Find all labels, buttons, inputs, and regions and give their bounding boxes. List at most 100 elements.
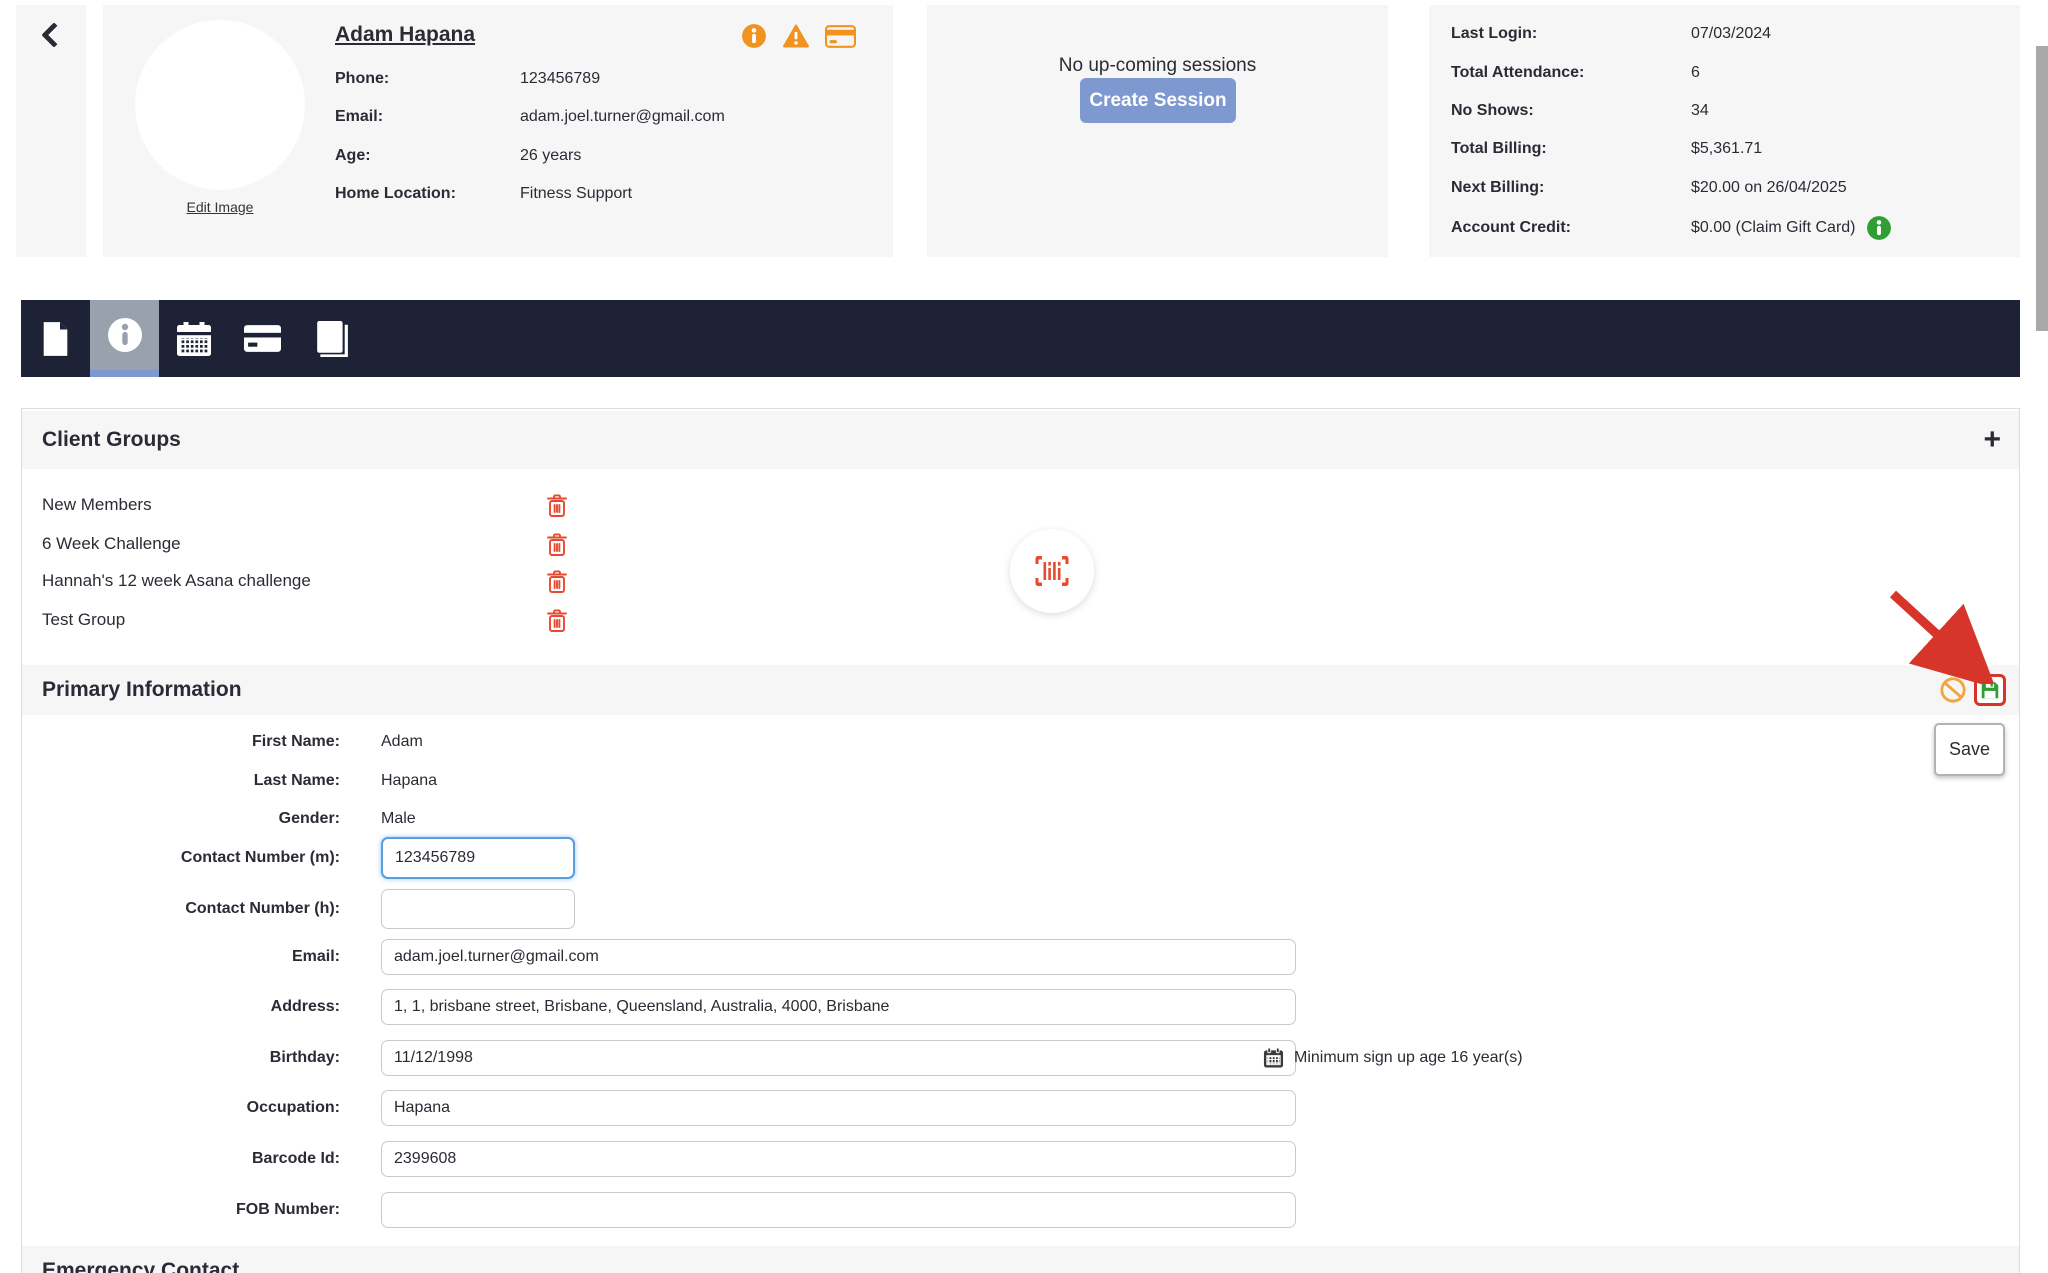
tab-documents[interactable] bbox=[21, 300, 90, 377]
save-tooltip-label: Save bbox=[1949, 739, 1990, 760]
barcode-id-input[interactable] bbox=[381, 1141, 1296, 1177]
field-value: 26 years bbox=[520, 147, 581, 165]
client-info-panel: Client Groups + New Members 6 Week Chall… bbox=[21, 408, 2020, 1273]
form-label: Address: bbox=[22, 998, 340, 1016]
stat-row: Total Billing: $5,361.71 bbox=[1451, 136, 1762, 162]
stat-label: Total Billing: bbox=[1451, 140, 1691, 158]
form-row-occupation: Occupation: bbox=[22, 1090, 2019, 1126]
stat-label: Next Billing: bbox=[1451, 179, 1691, 197]
client-groups-header: Client Groups + bbox=[22, 411, 2019, 469]
address-input[interactable] bbox=[381, 989, 1296, 1025]
profile-field-row: Age: 26 years bbox=[335, 143, 581, 169]
stat-value: 34 bbox=[1691, 102, 1709, 120]
tab-calendar[interactable] bbox=[159, 300, 228, 377]
form-label: Contact Number (m): bbox=[22, 849, 340, 867]
save-icon bbox=[1979, 679, 2001, 701]
stat-value: 6 bbox=[1691, 64, 1700, 82]
field-value: Fitness Support bbox=[520, 185, 632, 203]
form-value: Hapana bbox=[381, 772, 437, 790]
calendar-icon bbox=[177, 322, 211, 356]
form-label: Barcode Id: bbox=[22, 1150, 340, 1168]
stat-row: Account Credit: $0.00 (Claim Gift Card) bbox=[1451, 215, 1892, 241]
avatar bbox=[135, 20, 305, 190]
stat-row: Next Billing: $20.00 on 26/04/2025 bbox=[1451, 175, 1847, 201]
group-name: Test Group bbox=[42, 610, 125, 630]
contact-number-m-input[interactable] bbox=[381, 837, 575, 879]
warning-icon[interactable] bbox=[782, 24, 810, 49]
trash-icon[interactable] bbox=[545, 493, 569, 519]
back-card bbox=[16, 5, 86, 257]
birthday-note: Minimum sign up age 16 year(s) bbox=[1294, 1049, 1523, 1067]
trash-icon[interactable] bbox=[545, 569, 569, 595]
field-value: 123456789 bbox=[520, 70, 600, 88]
create-session-button[interactable]: Create Session bbox=[1080, 78, 1236, 123]
primary-information-title: Primary Information bbox=[42, 678, 242, 702]
form-row-barcode-id: Barcode Id: bbox=[22, 1141, 2019, 1177]
stat-row: Total Attendance: 6 bbox=[1451, 60, 1700, 86]
form-row-birthday: Birthday: Minimum sign up age 16 year(s) bbox=[22, 1040, 2019, 1076]
primary-information-header: Primary Information bbox=[22, 665, 2019, 715]
form-row-last-name: Last Name: Hapana bbox=[22, 768, 2019, 794]
save-icon-highlight[interactable] bbox=[1974, 674, 2006, 706]
form-label: First Name: bbox=[22, 733, 340, 751]
group-row: New Members bbox=[42, 491, 152, 519]
form-row-contact-mobile: Contact Number (m): bbox=[22, 836, 2019, 880]
account-credit-value[interactable]: $0.00 (Claim Gift Card) bbox=[1691, 219, 1856, 237]
form-row-fob-number: FOB Number: bbox=[22, 1192, 2019, 1228]
tab-notes[interactable] bbox=[297, 300, 366, 377]
profile-card: Edit Image Adam Hapana Phone: 123456789 … bbox=[103, 5, 893, 257]
field-label: Email: bbox=[335, 108, 520, 126]
email-input[interactable] bbox=[381, 939, 1296, 975]
profile-field-row: Email: adam.joel.turner@gmail.com bbox=[335, 104, 725, 130]
field-value: adam.joel.turner@gmail.com bbox=[520, 108, 725, 126]
credit-card-icon bbox=[244, 325, 281, 352]
form-value: Adam bbox=[381, 733, 423, 751]
no-entry-icon[interactable] bbox=[1940, 677, 1966, 703]
form-label: FOB Number: bbox=[22, 1201, 340, 1219]
stat-label: Account Credit: bbox=[1451, 219, 1691, 237]
calendar-icon[interactable] bbox=[1263, 1048, 1284, 1069]
group-name: 6 Week Challenge bbox=[42, 534, 181, 554]
info-icon-green[interactable] bbox=[1866, 215, 1892, 241]
credit-card-icon[interactable] bbox=[825, 25, 856, 48]
stat-label: Last Login: bbox=[1451, 25, 1691, 43]
stat-value: $20.00 on 26/04/2025 bbox=[1691, 179, 1847, 197]
form-row-address: Address: bbox=[22, 989, 2019, 1025]
stat-value: $5,361.71 bbox=[1691, 140, 1762, 158]
field-label: Age: bbox=[335, 147, 520, 165]
occupation-input[interactable] bbox=[381, 1090, 1296, 1126]
group-name: New Members bbox=[42, 495, 152, 515]
trash-icon[interactable] bbox=[545, 608, 569, 634]
fob-number-input[interactable] bbox=[381, 1192, 1296, 1228]
client-tab-bar bbox=[21, 300, 2020, 377]
barcode-scan-icon bbox=[1032, 554, 1072, 588]
form-label: Gender: bbox=[22, 810, 340, 828]
document-icon bbox=[42, 322, 69, 356]
group-name: Hannah's 12 week Asana challenge bbox=[42, 571, 311, 591]
info-icon[interactable] bbox=[741, 23, 767, 49]
client-name[interactable]: Adam Hapana bbox=[335, 23, 475, 47]
stat-row: Last Login: 07/03/2024 bbox=[1451, 21, 1771, 47]
contact-number-h-input[interactable] bbox=[381, 889, 575, 929]
form-label: Occupation: bbox=[22, 1099, 340, 1117]
add-group-button[interactable]: + bbox=[1983, 425, 2001, 455]
group-row: Hannah's 12 week Asana challenge bbox=[42, 567, 311, 595]
stat-value: 07/03/2024 bbox=[1691, 25, 1771, 43]
tab-billing[interactable] bbox=[228, 300, 297, 377]
scrollbar-thumb[interactable] bbox=[2036, 46, 2048, 331]
form-row-gender: Gender: Male bbox=[22, 806, 2019, 832]
group-row: Test Group bbox=[42, 606, 125, 634]
form-row-first-name: First Name: Adam bbox=[22, 729, 2019, 755]
book-icon bbox=[315, 321, 349, 357]
form-value: Male bbox=[381, 810, 416, 828]
info-icon bbox=[107, 317, 143, 353]
back-icon[interactable] bbox=[41, 22, 66, 47]
form-row-email: Email: bbox=[22, 939, 2019, 975]
edit-image-link[interactable]: Edit Image bbox=[135, 199, 305, 215]
barcode-scan-button[interactable] bbox=[1010, 529, 1094, 613]
birthday-input[interactable] bbox=[381, 1040, 1296, 1076]
tab-info[interactable] bbox=[90, 300, 159, 377]
profile-field-row: Home Location: Fitness Support bbox=[335, 181, 632, 207]
stat-label: Total Attendance: bbox=[1451, 64, 1691, 82]
trash-icon[interactable] bbox=[545, 532, 569, 558]
